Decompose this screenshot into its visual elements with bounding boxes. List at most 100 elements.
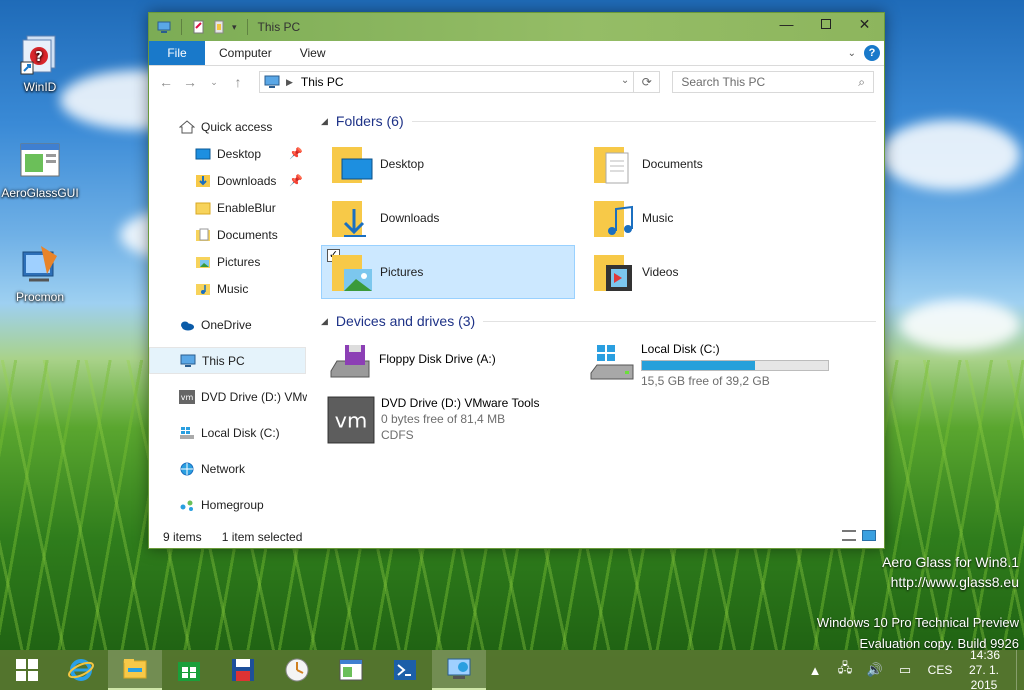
pin-icon[interactable]: 📌 bbox=[289, 174, 303, 187]
taskbar-store[interactable] bbox=[162, 650, 216, 690]
documents-icon bbox=[196, 228, 210, 241]
breadcrumb-separator-icon[interactable]: ▶ bbox=[286, 77, 293, 88]
taskbar-clock[interactable]: 14:36 27. 1. 2015 bbox=[960, 648, 1010, 690]
nav-quick-access[interactable]: Quick access bbox=[149, 113, 307, 140]
taskbar-file-explorer[interactable] bbox=[108, 650, 162, 690]
network-tray-icon[interactable]: 🖧 bbox=[830, 659, 860, 681]
homegroup-icon bbox=[180, 500, 193, 511]
windows-drive-icon bbox=[180, 426, 194, 439]
taskbar-powershell[interactable] bbox=[378, 650, 432, 690]
up-arrow-icon[interactable]: ↑ bbox=[231, 74, 245, 90]
window-title: This PC bbox=[257, 20, 301, 34]
clock-date: 27. 1. 2015 bbox=[968, 662, 1000, 690]
breadcrumb-this-pc[interactable]: This PC bbox=[301, 75, 344, 89]
drive-name: Floppy Disk Drive (A:) bbox=[379, 352, 496, 366]
this-pc-icon bbox=[264, 75, 280, 88]
this-pc-icon bbox=[180, 354, 196, 367]
minimize-icon: — bbox=[779, 16, 794, 32]
svg-text:vm: vm bbox=[181, 393, 194, 402]
desktop-icon-procmon[interactable]: Procmon bbox=[0, 244, 80, 304]
nav-desktop[interactable]: Desktop 📌 bbox=[149, 140, 307, 167]
new-folder-icon[interactable] bbox=[212, 20, 226, 34]
properties-icon[interactable] bbox=[192, 20, 206, 34]
show-hidden-icons-icon[interactable]: ▲ bbox=[800, 663, 830, 678]
nav-dvd-drive[interactable]: vm DVD Drive (D:) VMware Tools bbox=[149, 383, 307, 410]
forward-arrow-icon[interactable]: → bbox=[183, 74, 197, 90]
nav-network[interactable]: Network bbox=[149, 455, 307, 482]
minimize-button[interactable]: — bbox=[767, 13, 806, 35]
search-box[interactable]: Search This PC ⌕ bbox=[672, 71, 875, 93]
nav-onedrive[interactable]: OneDrive bbox=[149, 311, 307, 338]
tab-view[interactable]: View bbox=[286, 41, 340, 65]
collapse-caret-icon[interactable]: ◢ bbox=[321, 316, 328, 327]
nav-homegroup[interactable]: Homegroup bbox=[149, 491, 307, 518]
address-bar[interactable]: ▶ This PC ⌄ ⟳ bbox=[258, 71, 661, 93]
show-desktop-button[interactable] bbox=[1016, 650, 1024, 690]
folders-group-header[interactable]: ◢ Folders (6) bbox=[321, 109, 884, 133]
onedrive-icon bbox=[181, 321, 194, 330]
taskbar-aeroglassgui[interactable] bbox=[324, 650, 378, 690]
volume-icon[interactable]: 🔊 bbox=[860, 662, 890, 678]
status-bar: 9 items 1 item selected bbox=[149, 526, 884, 548]
folder-tile-music[interactable]: Music bbox=[583, 191, 837, 245]
tab-file[interactable]: File bbox=[149, 41, 205, 65]
svg-text:?: ? bbox=[35, 50, 43, 65]
recent-locations-icon[interactable]: ⌄ bbox=[207, 77, 221, 88]
drive-tile-dvd[interactable]: vm DVD Drive (D:) VMware Tools 0 bytes f… bbox=[321, 391, 575, 451]
nav-this-pc[interactable]: This PC bbox=[149, 347, 306, 374]
watermark-line: Aero Glass for Win8.1 bbox=[882, 554, 1019, 570]
details-view-icon[interactable] bbox=[842, 530, 856, 541]
clock-time: 14:36 bbox=[969, 647, 1001, 662]
nav-pictures[interactable]: Pictures bbox=[149, 248, 307, 275]
action-center-icon[interactable]: ▭ bbox=[890, 662, 920, 678]
refresh-button[interactable]: ⟳ bbox=[633, 72, 659, 92]
back-arrow-icon[interactable]: ← bbox=[159, 74, 173, 90]
downloads-folder-icon bbox=[332, 201, 366, 237]
address-dropdown-icon[interactable]: ⌄ bbox=[621, 75, 629, 86]
qat-dropdown-icon[interactable]: ▾ bbox=[232, 22, 237, 33]
tab-computer[interactable]: Computer bbox=[205, 41, 286, 65]
taskbar-internet-explorer[interactable] bbox=[54, 650, 108, 690]
nav-enableblur[interactable]: EnableBlur bbox=[149, 194, 307, 221]
folder-tile-desktop[interactable]: Desktop bbox=[321, 137, 575, 191]
taskbar-clock-app[interactable] bbox=[270, 650, 324, 690]
local-disk-icon bbox=[590, 345, 634, 380]
desktop-icon-label: AeroGlassGUI bbox=[1, 186, 79, 200]
folder-tile-downloads[interactable]: Downloads bbox=[321, 191, 575, 245]
nav-downloads[interactable]: Downloads 📌 bbox=[149, 167, 307, 194]
taskbar-network-app[interactable] bbox=[432, 650, 486, 690]
taskbar-save-app[interactable] bbox=[216, 650, 270, 690]
title-bar[interactable]: ▾ This PC — ✕ bbox=[149, 13, 884, 41]
drive-tile-local-disk[interactable]: Local Disk (C:) 15,5 GB free of 39,2 GB bbox=[583, 337, 837, 391]
file-explorer-icon bbox=[123, 659, 147, 679]
folder-tile-pictures[interactable]: ✓ Pictures bbox=[321, 245, 575, 299]
desktop-icon-winid[interactable]: ? WinID bbox=[0, 34, 80, 94]
vmware-tools-icon: vm bbox=[327, 396, 375, 444]
folder-tile-documents[interactable]: Documents bbox=[583, 137, 837, 191]
watermark-line: http://www.glass8.eu bbox=[890, 574, 1019, 590]
nav-music[interactable]: Music bbox=[149, 275, 307, 302]
drive-filesystem: CDFS bbox=[381, 428, 414, 442]
help-button[interactable]: ? bbox=[864, 45, 880, 61]
start-button[interactable] bbox=[0, 650, 54, 690]
collapse-caret-icon[interactable]: ◢ bbox=[321, 116, 328, 127]
maximize-button[interactable] bbox=[806, 13, 845, 35]
this-pc-icon bbox=[157, 21, 171, 33]
search-input[interactable]: Search This PC bbox=[681, 75, 765, 89]
clock-app-icon bbox=[285, 658, 309, 682]
desktop-icon-aeroglassgui[interactable]: AeroGlassGUI bbox=[0, 140, 80, 200]
expand-ribbon-icon[interactable]: ⌄ bbox=[848, 48, 856, 59]
music-folder-icon bbox=[594, 201, 633, 237]
close-button[interactable]: ✕ bbox=[845, 13, 884, 35]
pictures-folder-icon bbox=[332, 255, 372, 291]
pictures-icon bbox=[196, 256, 210, 268]
devices-group-header[interactable]: ◢ Devices and drives (3) bbox=[321, 309, 884, 333]
internet-explorer-icon bbox=[68, 659, 94, 681]
nav-documents[interactable]: Documents bbox=[149, 221, 307, 248]
folder-tile-videos[interactable]: Videos bbox=[583, 245, 837, 299]
maximize-icon bbox=[820, 19, 831, 29]
pin-icon[interactable]: 📌 bbox=[289, 147, 303, 160]
drive-tile-floppy[interactable]: Floppy Disk Drive (A:) bbox=[321, 337, 575, 391]
nav-local-disk[interactable]: Local Disk (C:) bbox=[149, 419, 307, 446]
large-icons-view-icon[interactable] bbox=[862, 530, 876, 541]
